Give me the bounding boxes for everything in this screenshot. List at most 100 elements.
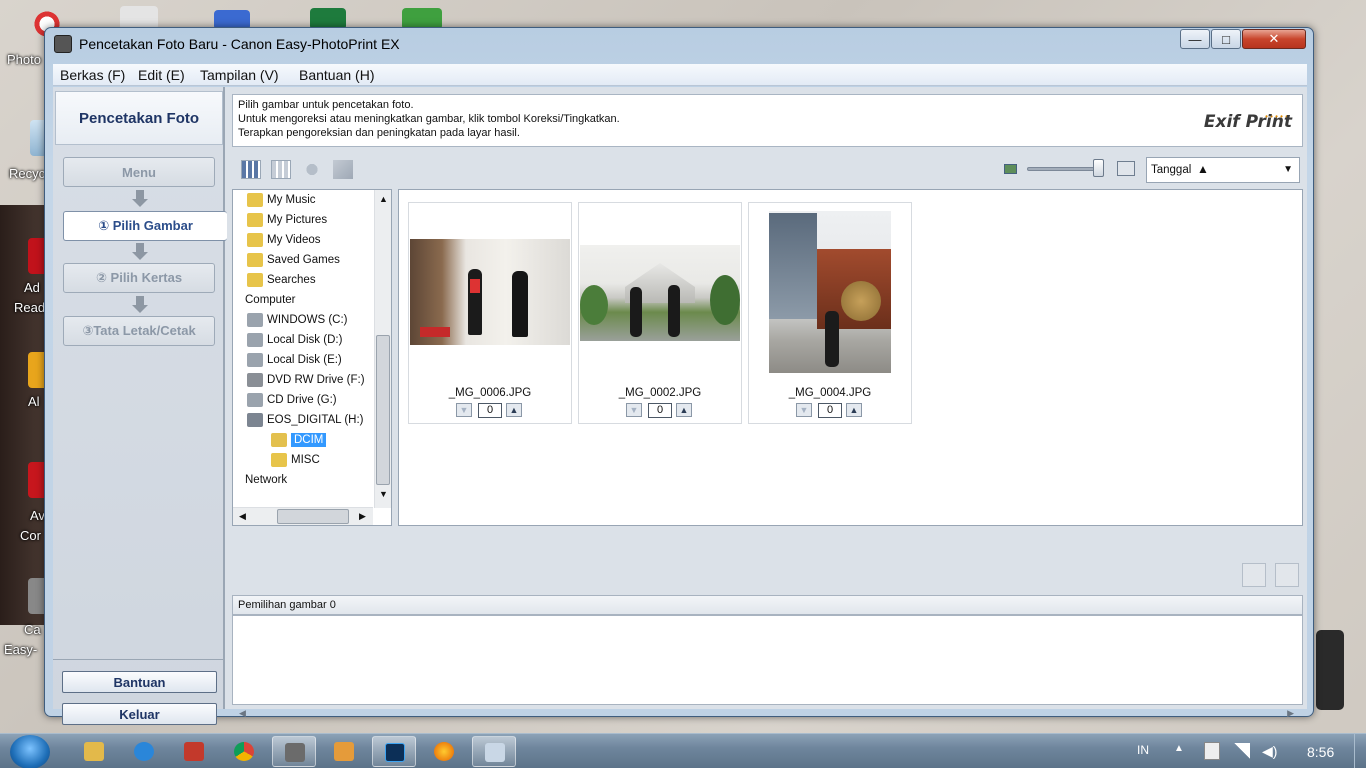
videos-folder-icon [247,233,263,247]
tree-item[interactable]: CD Drive (G:) [247,390,337,410]
instruction-box: Pilih gambar untuk pencetakan foto. Untu… [232,94,1303,147]
tree-item[interactable]: MISC [271,450,320,470]
desktop-device-icon[interactable] [1316,630,1344,710]
tree-item[interactable]: Network [245,470,287,490]
scroll-left-icon[interactable]: ◀ [239,708,246,719]
step-layout-print-button[interactable]: ③Tata Letak/Cetak [63,316,215,346]
down-arrow-icon [132,190,148,208]
tree-item[interactable]: DCIM [271,430,327,450]
taskbar-app-paint[interactable] [472,736,516,767]
camera-folder-icon [271,433,287,447]
taskbar-app-photoprint[interactable] [272,736,316,767]
action-center-icon[interactable] [1204,742,1220,760]
clock[interactable]: 8:56 [1307,744,1334,760]
language-indicator[interactable]: IN [1137,743,1149,757]
decrease-count-button[interactable]: ▼ [796,403,812,417]
pictures-folder-icon [247,213,263,227]
increase-count-button[interactable]: ▲ [506,403,522,417]
tree-item[interactable]: EOS_DIGITAL (H:) [247,410,364,430]
menu-view[interactable]: Tampilan (V) [200,67,279,83]
photo-card[interactable]: _MG_0006.JPG ▼ 0 ▲ [408,202,572,424]
taskbar-app-photoshop[interactable] [372,736,416,767]
tree-item[interactable]: Local Disk (E:) [247,350,342,370]
menu-file[interactable]: Berkas (F) [60,67,125,83]
tree-item-label: Searches [267,274,316,286]
scroll-down-icon[interactable]: ▼ [379,489,388,499]
taskbar-app-explorer[interactable] [72,736,116,767]
cd-drive-icon [247,393,263,407]
tree-item-label: MISC [291,454,320,466]
music-folder-icon [247,193,263,207]
menu-edit[interactable]: Edit (E) [138,67,185,83]
scroll-right-icon[interactable]: ▶ [359,511,366,522]
scroll-up-icon[interactable]: ▲ [379,194,388,204]
scroll-thumb[interactable] [376,335,390,485]
photo-filename: _MG_0004.JPG [788,387,872,399]
taskbar-app-firefox[interactable] [422,736,466,767]
step-menu-button[interactable]: Menu [63,157,215,187]
decrease-count-button[interactable]: ▼ [626,403,642,417]
taskbar-app-media[interactable] [322,736,366,767]
photo-thumbnail[interactable] [580,245,740,341]
tree-item[interactable]: My Pictures [247,210,327,230]
image-info-icon[interactable] [333,160,353,179]
print-count-field[interactable]: 0 [648,403,672,418]
selection-area[interactable]: ◀ ▶ [232,615,1303,718]
rotate-icon[interactable] [1242,563,1266,587]
tree-item[interactable]: Saved Games [247,250,340,270]
step-select-images-button[interactable]: ① Pilih Gambar [63,211,227,241]
photo-card[interactable]: _MG_0004.JPG ▼ 0 ▲ [748,202,912,424]
minimize-button[interactable]: — [1180,29,1210,49]
canon-icon [184,742,204,761]
print-count-field[interactable]: 0 [478,403,502,418]
volume-icon[interactable]: ◀) [1262,743,1277,760]
photo-card[interactable]: _MG_0002.JPG ▼ 0 ▲ [578,202,742,424]
taskbar-app-canon[interactable] [172,736,216,767]
tree-item[interactable]: Local Disk (D:) [247,330,342,350]
tree-item[interactable]: WINDOWS (C:) [247,310,347,330]
sort-direction-icon[interactable]: ▲ [1197,162,1209,176]
start-button[interactable] [10,735,50,768]
select-all-icon[interactable] [241,160,261,179]
increase-count-button[interactable]: ▲ [676,403,692,417]
dropdown-arrow-icon[interactable]: ▼ [1283,164,1293,175]
network-status-icon[interactable] [1234,743,1250,759]
exit-button[interactable]: Keluar [62,703,217,725]
photo-thumbnail[interactable] [410,239,570,345]
show-hidden-icons-icon[interactable]: ▲ [1174,743,1184,754]
folder-tree[interactable]: My Music My Pictures My Videos Saved Games S… [232,189,392,526]
tree-item[interactable]: DVD RW Drive (F:) [247,370,365,390]
tree-item-label: EOS_DIGITAL (H:) [267,414,364,426]
print-count-field[interactable]: 0 [818,403,842,418]
decrease-count-button[interactable]: ▼ [456,403,472,417]
help-button[interactable]: Bantuan [62,671,217,693]
scroll-right-icon[interactable]: ▶ [1287,708,1294,719]
instruction-line: Untuk mengoreksi atau meningkatkan gamba… [238,113,620,125]
zoom-slider[interactable] [1027,167,1103,171]
taskbar-app-ie[interactable] [122,736,166,767]
close-button[interactable]: ✕ [1242,29,1306,49]
sort-dropdown[interactable]: Tanggal ▲ ▼ [1146,157,1300,183]
tree-item[interactable]: My Music [247,190,316,210]
increase-count-button[interactable]: ▲ [846,403,862,417]
tree-item-label: WINDOWS (C:) [267,314,348,326]
scroll-thumb[interactable] [277,509,349,524]
maximize-button[interactable]: □ [1211,29,1241,49]
tree-horizontal-scrollbar[interactable]: ◀ ▶ [233,507,373,525]
show-desktop-button[interactable] [1354,734,1366,768]
correct-enhance-icon[interactable] [302,160,322,179]
tree-item[interactable]: Searches [247,270,316,290]
photo-thumbnail[interactable] [769,211,891,373]
menu-help[interactable]: Bantuan (H) [299,67,374,83]
scroll-left-icon[interactable]: ◀ [239,511,246,522]
title-bar[interactable]: Pencetakan Foto Baru - Canon Easy-PhotoP… [45,28,1313,60]
tree-vertical-scrollbar[interactable]: ▲ ▼ [374,190,391,508]
copy-icon[interactable] [1275,563,1299,587]
step-select-paper-button[interactable]: ② Pilih Kertas [63,263,215,293]
photoshop-icon [385,743,405,762]
deselect-all-icon[interactable] [271,160,291,179]
tree-item[interactable]: My Videos [247,230,320,250]
tree-item[interactable]: Computer [245,290,296,310]
taskbar-app-chrome[interactable] [222,736,266,767]
zoom-slider-thumb[interactable] [1093,159,1105,177]
